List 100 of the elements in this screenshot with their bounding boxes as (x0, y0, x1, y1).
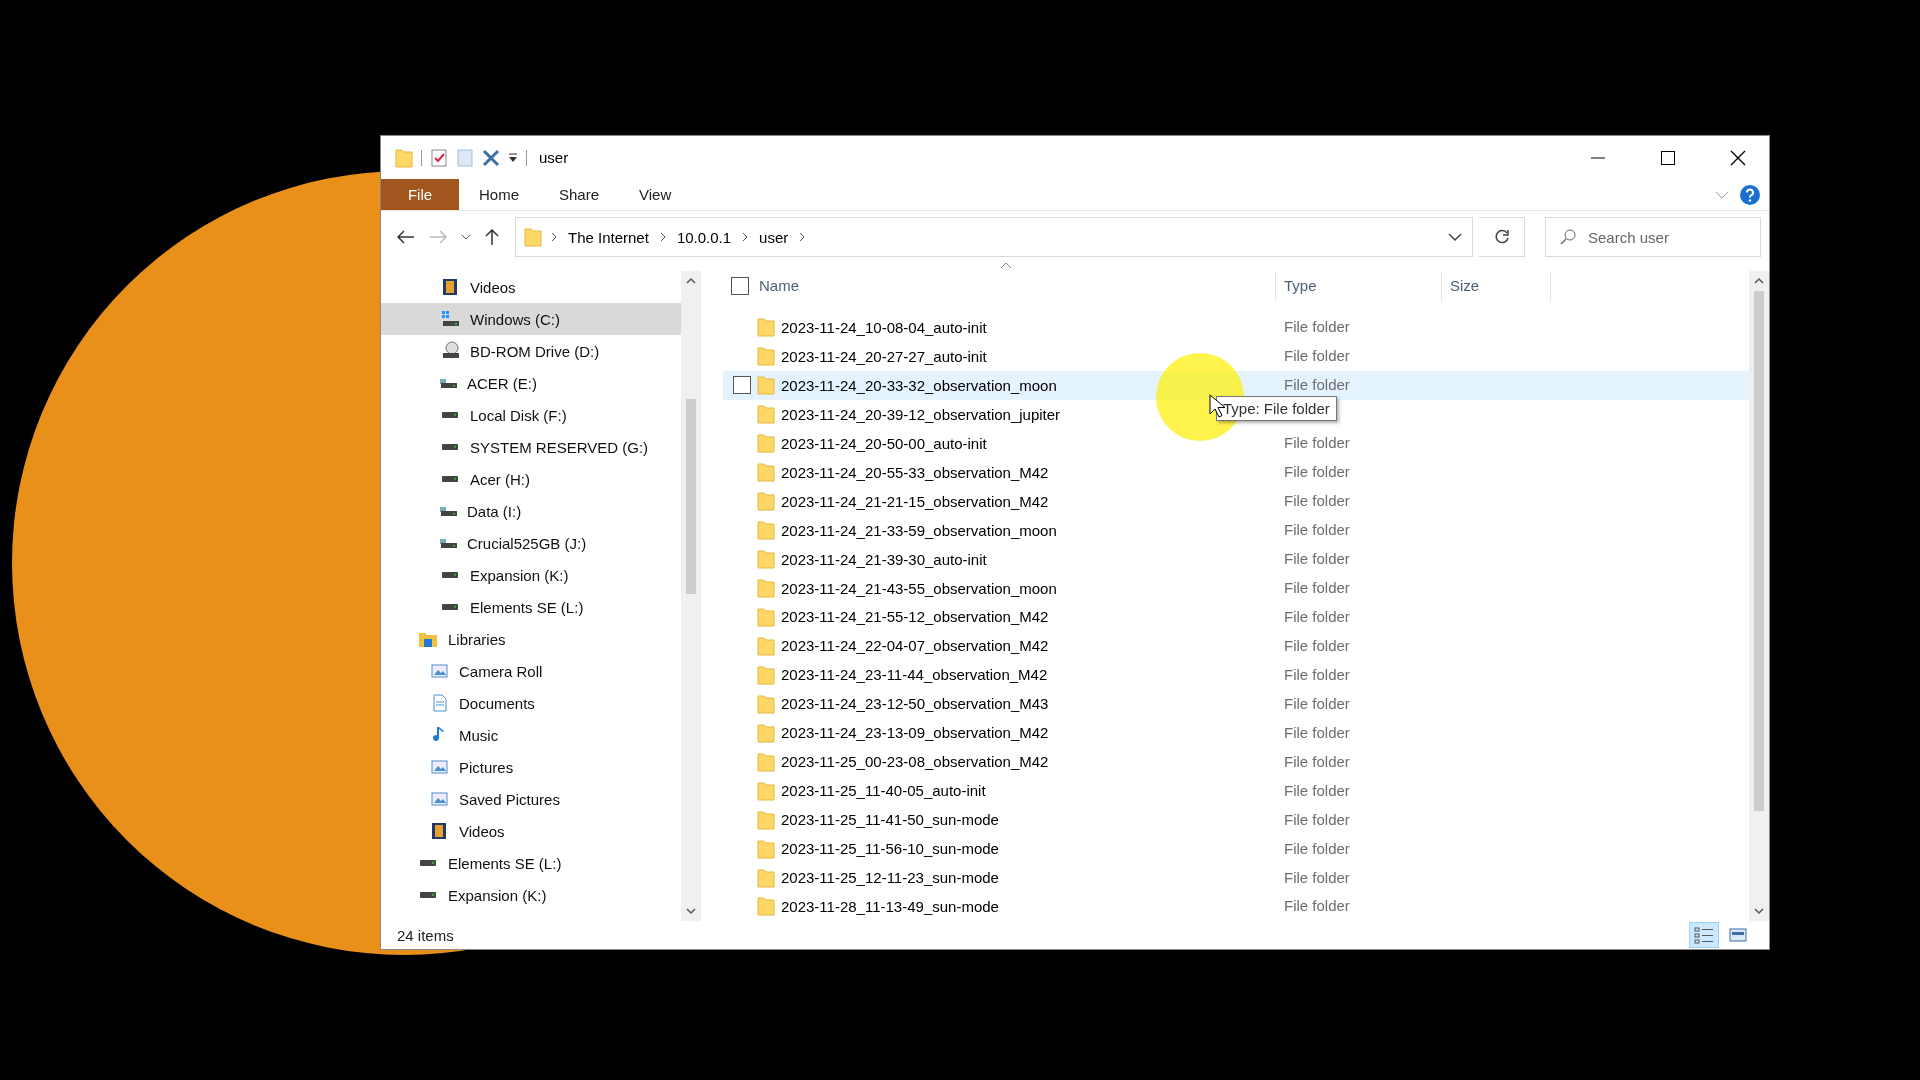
file-name: 2023-11-25_11-56-10_sun-mode (781, 840, 999, 858)
scrollbar[interactable] (681, 271, 701, 921)
file-menu-button[interactable]: File (381, 179, 459, 210)
drive-icon (442, 572, 458, 578)
file-name: 2023-11-25_11-40-05_auto-init (781, 782, 986, 800)
nav-item[interactable]: Music (381, 719, 681, 751)
file-type: File folder (1283, 752, 1350, 770)
nav-item[interactable]: SYSTEM RESERVED (G:) (381, 431, 681, 463)
row-checkbox[interactable] (733, 376, 751, 395)
chevron-right-icon (550, 232, 558, 242)
folder-icon (757, 809, 775, 830)
select-all-checkbox[interactable] (731, 276, 749, 295)
search-icon (1560, 229, 1576, 245)
file-type: File folder (1283, 723, 1350, 741)
folder-icon (757, 751, 775, 772)
nav-item[interactable]: Acer (H:) (381, 463, 681, 495)
nav-item[interactable]: Local Disk (F:) (381, 399, 681, 431)
breadcrumb[interactable]: user (757, 228, 791, 246)
scrollbar[interactable] (1749, 271, 1769, 921)
chevron-right-icon (741, 232, 750, 242)
file-type: File folder (1283, 636, 1350, 654)
file-name: 2023-11-25_12-11-23_sun-mode (781, 869, 999, 887)
nav-item[interactable]: Documents (381, 687, 681, 719)
file-type: File folder (1283, 694, 1350, 712)
nav-item[interactable]: Videos (381, 815, 681, 847)
file-type: File folder (1283, 550, 1350, 568)
nav-item[interactable]: Saved Pictures (381, 783, 681, 815)
file-type: File folder (1283, 492, 1350, 510)
file-type: File folder (1283, 897, 1350, 915)
folder-icon (757, 606, 775, 627)
nav-item[interactable]: Camera Roll (381, 655, 681, 687)
nav-item[interactable]: Crucial525GB (J:) (381, 527, 681, 559)
folder-icon (395, 147, 413, 168)
nav-item[interactable]: Expansion (K:) (381, 879, 681, 911)
row-highlight[interactable]: 2023-11-24_20-33-32_observation_moon File folder (723, 370, 1749, 400)
file-type: File folder (1283, 868, 1350, 886)
nav-item[interactable]: BD-ROM Drive (D:) (381, 335, 681, 367)
nav-item[interactable]: ACER (E:) (381, 367, 681, 399)
nav-item[interactable]: Elements SE (L:) (381, 591, 681, 623)
file-type: File folder (1283, 579, 1350, 596)
column-header[interactable]: Type (1284, 277, 1317, 295)
tooltip: Type: File folder (1216, 396, 1337, 421)
file-name: 2023-11-24_21-55-12_observation_M42 (781, 608, 1049, 626)
caret-icon[interactable] (508, 151, 518, 164)
nav-item[interactable]: Data (I:) (381, 495, 681, 527)
file-name: 2023-11-24_20-39-12_observation_jupiter (781, 405, 1061, 423)
network-drive-icon (440, 538, 457, 548)
breadcrumb[interactable]: 10.0.0.1 (674, 228, 734, 246)
folder-icon (757, 867, 775, 888)
properties-icon[interactable] (430, 147, 448, 168)
breadcrumb[interactable]: The Internet (566, 228, 651, 246)
refresh-icon (1493, 229, 1510, 245)
folder-icon (757, 578, 775, 598)
folder-icon (757, 722, 775, 743)
folder-icon (757, 462, 775, 483)
folder-icon (757, 491, 775, 512)
column-header[interactable]: Name (759, 277, 799, 295)
chevron-right-icon (798, 232, 807, 242)
folder-icon (757, 693, 775, 714)
folder-icon (757, 346, 775, 367)
view-toggle[interactable] (1689, 922, 1719, 948)
address-bar[interactable]: The Internet 10.0.0.1 user (515, 217, 1473, 257)
ribbon-tab[interactable]: View (619, 179, 692, 210)
nav-item[interactable]: Windows (C:) (381, 303, 681, 335)
file-name: 2023-11-24_23-11-44_observation_M42 (781, 666, 1048, 684)
disc-drive-icon (440, 341, 460, 361)
refresh-button[interactable] (1479, 217, 1525, 257)
scrollbar-thumb[interactable] (1754, 291, 1764, 811)
picture-icon (429, 757, 449, 777)
picture-icon (429, 661, 449, 681)
scrollbar-thumb[interactable] (686, 399, 696, 594)
nav-item[interactable]: Libraries (381, 623, 681, 655)
file-type: File folder (1283, 665, 1350, 683)
ribbon-tab[interactable]: Share (539, 179, 620, 210)
folder-icon (757, 635, 775, 656)
picture-icon (429, 789, 449, 809)
nav-item[interactable]: Videos (381, 271, 681, 303)
item-count: 24 items (397, 926, 454, 944)
file-type: File folder (1283, 376, 1350, 394)
column-header[interactable]: Size (1450, 277, 1480, 295)
network-drive-icon (440, 506, 457, 516)
delete-icon[interactable] (482, 148, 500, 167)
chevron-down-icon[interactable] (1448, 232, 1462, 242)
help-icon[interactable] (1739, 183, 1761, 206)
ribbon-tab[interactable]: Home (459, 179, 539, 210)
folder-icon (757, 549, 775, 570)
drive-icon (420, 892, 436, 898)
nav-item[interactable]: Expansion (K:) (381, 559, 681, 591)
folder-icon (757, 404, 775, 425)
file-name: 2023-11-24_23-13-09_observation_M42 (781, 724, 1049, 742)
nav-item[interactable]: Elements SE (L:) (381, 847, 681, 879)
drive-icon (442, 476, 458, 482)
folder-icon (524, 227, 542, 247)
file-name: 2023-11-24_21-33-59_observation_moon (781, 521, 1057, 539)
search-box[interactable]: Search user (1545, 217, 1761, 257)
file-type: File folder (1283, 781, 1350, 799)
nav-item[interactable]: Pictures (381, 751, 681, 783)
file-name: 2023-11-25_11-41-50_sun-mode (781, 811, 999, 829)
file-name: 2023-11-28_11-13-49_sun-mode (781, 898, 999, 915)
windows-drive-icon (440, 309, 460, 329)
